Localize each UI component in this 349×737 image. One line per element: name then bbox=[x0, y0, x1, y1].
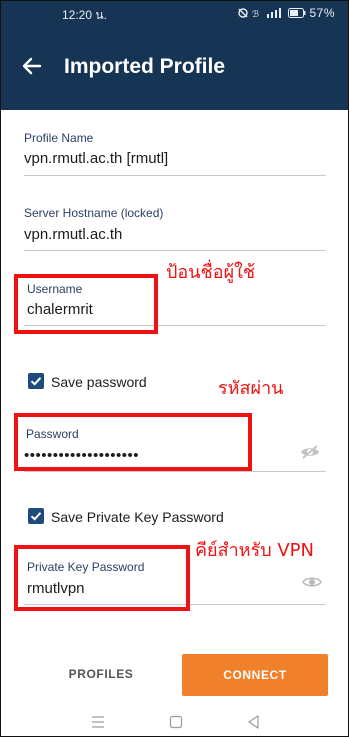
password-annotation: รหัสผ่าน bbox=[218, 378, 284, 399]
password-highlight-box bbox=[14, 413, 252, 471]
data-icon: ℬ bbox=[252, 10, 260, 20]
save-private-key-label: Save Private Key Password bbox=[51, 509, 224, 525]
server-hostname-underline bbox=[24, 250, 326, 251]
profile-name-label: Profile Name bbox=[24, 131, 94, 145]
save-password-checkbox[interactable] bbox=[28, 373, 44, 389]
profile-name-underline bbox=[24, 175, 326, 176]
status-time: 12:20 น. bbox=[62, 8, 107, 22]
username-annotation: ป้อนชื่อผู้ใช้ bbox=[166, 262, 256, 283]
password-underline bbox=[24, 471, 326, 472]
save-private-key-checkbox[interactable] bbox=[28, 508, 44, 524]
system-nav-bar bbox=[0, 706, 349, 737]
home-icon[interactable] bbox=[166, 712, 186, 732]
battery-icon bbox=[287, 8, 306, 18]
status-icons: ℬ 57% bbox=[238, 6, 335, 20]
private-key-highlight-box bbox=[14, 545, 190, 611]
profile-name-field[interactable]: vpn.rmutl.ac.th [rmutl] bbox=[24, 150, 168, 167]
eye-off-icon[interactable] bbox=[300, 444, 320, 460]
status-bar: 12:20 น. ℬ 57% bbox=[0, 0, 349, 28]
eye-icon[interactable] bbox=[302, 574, 322, 590]
save-password-label: Save password bbox=[51, 374, 147, 390]
battery-percent: 57% bbox=[309, 6, 335, 20]
mute-icon bbox=[238, 8, 248, 18]
signal-icon bbox=[266, 8, 281, 18]
username-highlight-box bbox=[14, 274, 158, 334]
connect-button[interactable]: CONNECT bbox=[182, 654, 328, 696]
app-bar: Imported Profile bbox=[0, 28, 349, 110]
screen-outline bbox=[0, 0, 349, 737]
page-title: Imported Profile bbox=[64, 55, 226, 78]
menu-icon[interactable] bbox=[88, 712, 108, 732]
vpn-key-annotation: คีย์สำหรับ VPN bbox=[195, 540, 314, 561]
svg-text:ℬ: ℬ bbox=[252, 10, 260, 18]
arrow-left-icon[interactable] bbox=[20, 54, 44, 78]
back-triangle-icon[interactable] bbox=[244, 712, 264, 732]
checkmark-icon bbox=[30, 512, 42, 521]
server-hostname-label: Server Hostname (locked) bbox=[24, 206, 164, 220]
screen: 12:20 น. ℬ 57% Imported Profile Profile … bbox=[0, 0, 349, 737]
checkmark-icon bbox=[30, 377, 42, 386]
profiles-button[interactable]: PROFILES bbox=[36, 654, 166, 694]
server-hostname-field: vpn.rmutl.ac.th bbox=[24, 226, 123, 243]
